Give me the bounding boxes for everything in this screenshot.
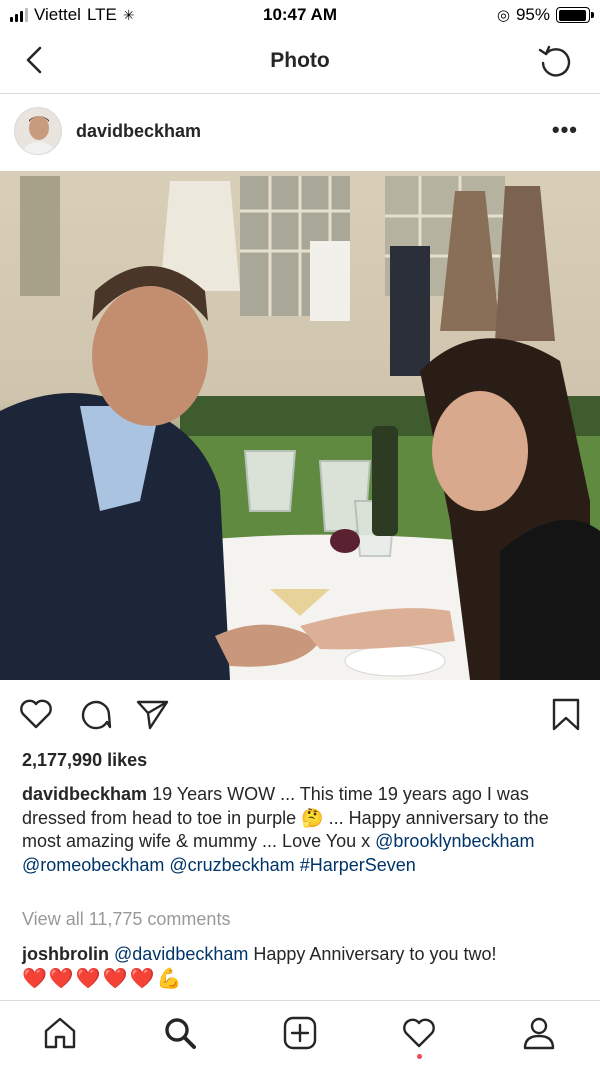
post-actions [0, 690, 600, 736]
comment-item: joshbrolin @davidbeckham Happy Anniversa… [22, 942, 592, 966]
status-right: ◎ 95% [496, 5, 594, 25]
orientation-lock-icon: ◎ [496, 7, 510, 24]
view-all-comments-link[interactable]: View all 11,775 comments [22, 909, 230, 930]
like-count[interactable]: 2,177,990 likes [22, 750, 147, 771]
bookmark-icon[interactable] [548, 696, 584, 732]
profile-icon[interactable] [521, 1015, 557, 1051]
refresh-icon[interactable] [536, 42, 574, 80]
new-post-icon[interactable] [282, 1015, 318, 1051]
more-options-icon[interactable]: ••• [552, 119, 578, 141]
photo-illustration [0, 171, 600, 680]
battery-percent: 95% [515, 5, 550, 24]
caption-username[interactable]: davidbeckham [22, 784, 147, 804]
comment-emojis: ❤️❤️❤️❤️❤️💪 [22, 968, 184, 990]
nav-header: Photo [0, 32, 600, 94]
post-caption: davidbeckham 19 Years WOW ... This time … [22, 783, 582, 877]
comment-icon[interactable] [78, 696, 114, 732]
post-photo[interactable] [0, 171, 600, 680]
page-title: Photo [270, 49, 330, 72]
avatar[interactable] [14, 107, 62, 155]
share-icon[interactable] [134, 696, 170, 732]
like-heart-icon[interactable] [18, 696, 54, 732]
mention-link[interactable]: @cruzbeckham [169, 855, 294, 875]
post-header: davidbeckham ••• [0, 95, 600, 171]
mention-link[interactable]: @romeobeckham [22, 855, 164, 875]
mention-link[interactable]: @davidbeckham [114, 944, 248, 964]
battery-icon [556, 7, 594, 23]
mention-link[interactable]: @brooklynbeckham [375, 831, 534, 851]
comment-username[interactable]: joshbrolin [22, 944, 109, 964]
hashtag-link[interactable]: #HarperSeven [300, 855, 416, 875]
activity-icon[interactable] [401, 1015, 437, 1051]
search-icon[interactable] [162, 1015, 198, 1051]
bottom-tab-bar [0, 1000, 600, 1066]
thinking-emoji: 🤔 [301, 807, 324, 828]
notification-dot [417, 1054, 422, 1059]
post-username[interactable]: davidbeckham [76, 121, 201, 142]
status-bar: Viettel LTE ✳ 10:47 AM ◎ 95% [0, 0, 600, 32]
comment-text: Happy Anniversary to you two! [248, 944, 497, 964]
home-icon[interactable] [42, 1015, 78, 1051]
